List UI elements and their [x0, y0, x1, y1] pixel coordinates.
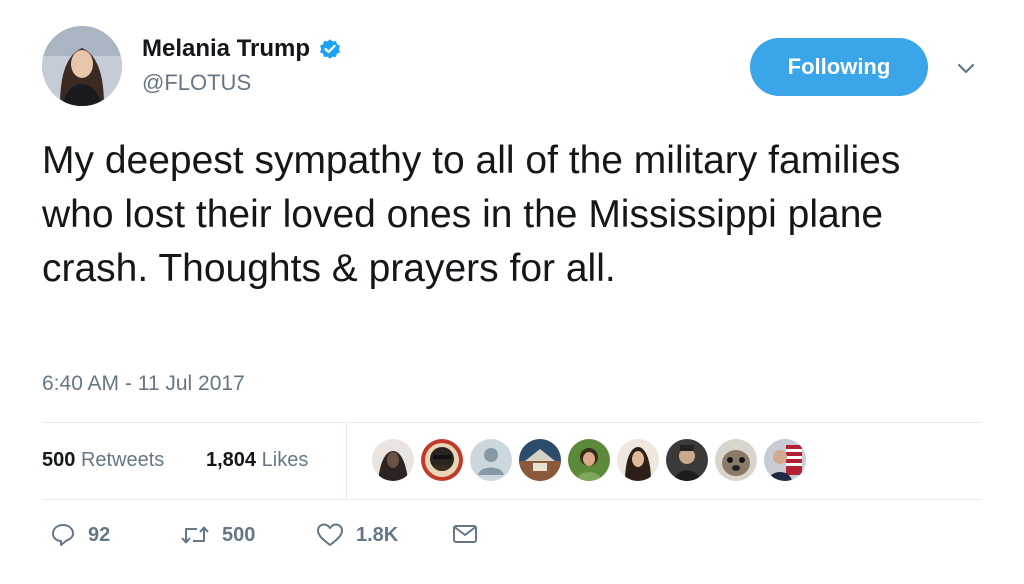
- tweet-header: Melania Trump @FLOTUS Following: [42, 26, 992, 108]
- heart-icon: [317, 523, 343, 546]
- retweet-icon: [181, 526, 209, 544]
- tweet-stats: 500 Retweets 1,804 Likes: [42, 423, 982, 499]
- chevron-down-icon[interactable]: [954, 56, 978, 80]
- like-count: 1.8K: [356, 523, 399, 546]
- verified-badge-icon: [318, 37, 342, 61]
- liker-avatar-2[interactable]: [421, 439, 463, 481]
- retweet-count: 500: [222, 523, 256, 546]
- envelope-icon: [453, 525, 477, 543]
- display-name-row: Melania Trump: [142, 34, 342, 64]
- user-handle[interactable]: @FLOTUS: [142, 70, 342, 96]
- likes-label: Likes: [261, 449, 309, 471]
- tweet-actions: 92 500 1.8K: [42, 518, 642, 558]
- tweet-timestamp[interactable]: 6:40 AM - 11 Jul 2017: [42, 372, 245, 396]
- liker-avatar-1[interactable]: [372, 439, 414, 481]
- liker-avatar-6[interactable]: [617, 439, 659, 481]
- liker-avatar-4[interactable]: [519, 439, 561, 481]
- retweets-count: 500: [42, 449, 76, 471]
- reply-count: 92: [88, 523, 111, 546]
- display-name[interactable]: Melania Trump: [142, 35, 310, 63]
- stats-separator: [346, 423, 347, 499]
- profile-avatar[interactable]: [42, 26, 122, 106]
- likes-count: 1,804: [206, 449, 257, 471]
- tweet-card: Melania Trump @FLOTUS Following My deepe…: [0, 0, 1024, 584]
- direct-message-button[interactable]: [452, 522, 490, 546]
- retweet-button[interactable]: 500: [180, 522, 255, 548]
- liker-avatar-8[interactable]: [715, 439, 757, 481]
- likes-stat[interactable]: 1,804 Likes: [206, 449, 308, 472]
- liker-avatar-7[interactable]: [666, 439, 708, 481]
- liker-avatar-9[interactable]: [764, 439, 806, 481]
- divider-bottom: [42, 499, 982, 500]
- reply-button[interactable]: 92: [50, 522, 110, 548]
- following-button[interactable]: Following: [750, 38, 928, 96]
- likers-list: [372, 439, 813, 481]
- reply-icon: [52, 524, 74, 546]
- like-button[interactable]: 1.8K: [316, 522, 398, 548]
- retweets-label: Retweets: [80, 449, 165, 471]
- avatar-photo-icon: [42, 26, 122, 106]
- user-names: Melania Trump @FLOTUS: [142, 34, 342, 96]
- liker-avatar-5[interactable]: [568, 439, 610, 481]
- tweet-text: My deepest sympathy to all of the milita…: [42, 139, 901, 290]
- retweets-stat[interactable]: 500 Retweets: [42, 449, 164, 472]
- default-avatar-icon[interactable]: [470, 439, 512, 481]
